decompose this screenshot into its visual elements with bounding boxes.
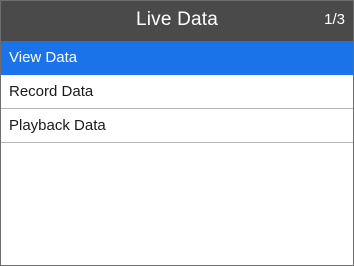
page-indicator: 1/3 (324, 11, 345, 28)
menu-item-view-data[interactable]: View Data (1, 41, 353, 75)
title-bar: Live Data 1/3 (1, 1, 353, 41)
menu-item-record-data[interactable]: Record Data (1, 75, 353, 109)
device-screen: Live Data 1/3 View Data Record Data Play… (0, 0, 354, 266)
menu-item-playback-data[interactable]: Playback Data (1, 109, 353, 143)
screen-title: Live Data (135, 9, 219, 30)
live-data-menu: View Data Record Data Playback Data (1, 41, 353, 143)
